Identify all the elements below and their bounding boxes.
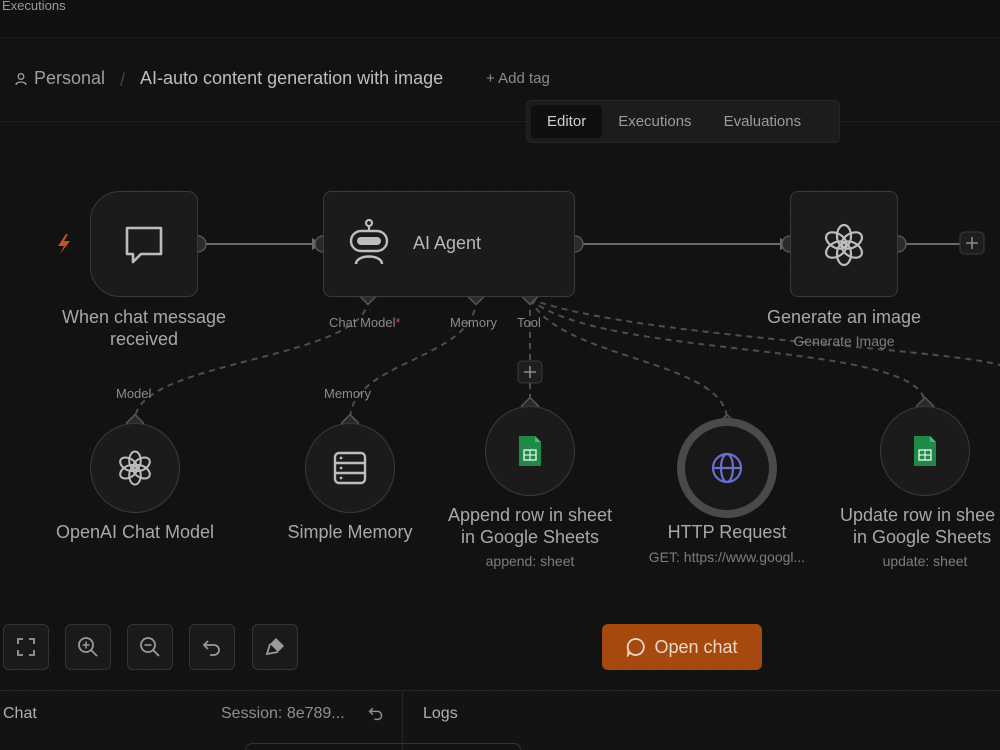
robot-icon <box>349 218 389 265</box>
breadcrumb-project-label: Personal <box>34 68 106 88</box>
node-append-row-label-line1: Append row in sheet <box>447 505 613 525</box>
node-chat-trigger-label: When chat message received <box>44 306 244 350</box>
node-update-row-subtitle: update: sheet <box>882 553 968 569</box>
add-tool-button[interactable] <box>517 360 543 384</box>
chat-panel-title: Chat <box>3 705 37 722</box>
zoom-out-button[interactable] <box>127 624 173 670</box>
reset-zoom-button[interactable] <box>189 624 235 670</box>
node-http-request-subtitle: GET: https://www.googl... <box>648 549 806 565</box>
tab-executions[interactable]: Executions <box>602 105 707 138</box>
tab-evaluations[interactable]: Evaluations <box>708 105 818 138</box>
connection-tool-http <box>529 298 728 421</box>
open-chat-button[interactable]: Open chat <box>602 624 762 670</box>
add-tag-button[interactable]: + Add tag <box>486 70 550 87</box>
node-update-row-label-line1: Update row in shee <box>840 505 996 525</box>
node-http-request-label: HTTP Request <box>667 522 787 542</box>
required-marker: * <box>395 315 401 330</box>
user-icon <box>15 72 27 85</box>
bottom-panel: Chat Session: 8e789... Logs <box>0 690 1000 750</box>
sub-port-label-memory: Memory <box>324 386 371 401</box>
chat-bubble-icon <box>125 226 163 264</box>
tidy-up-button[interactable] <box>252 624 298 670</box>
node-http-request[interactable] <box>677 418 777 518</box>
node-append-row-label: Append row in sheet in Google Sheets <box>410 504 650 548</box>
port-label-tool: Tool <box>517 315 541 330</box>
openai-icon <box>119 450 151 486</box>
zoom-in-button[interactable] <box>65 624 111 670</box>
node-append-row-sheets[interactable] <box>485 406 575 496</box>
port-label-chat-model-text: Chat Model <box>329 315 396 330</box>
open-chat-label: Open chat <box>654 636 738 657</box>
trigger-bolt-icon <box>58 234 70 254</box>
node-simple-memory[interactable] <box>305 423 395 513</box>
add-node-button[interactable] <box>959 231 985 255</box>
panel-divider <box>402 691 403 750</box>
node-append-row-subtitle: append: sheet <box>485 553 575 569</box>
clear-icon <box>265 638 284 656</box>
database-icon <box>333 451 367 485</box>
tab-editor[interactable]: Editor <box>531 105 603 138</box>
breadcrumb-separator: / <box>120 70 126 90</box>
google-sheets-icon <box>914 436 936 466</box>
node-update-row-label: Update row in shee in Google Sheets <box>840 504 1000 548</box>
openai-icon <box>824 223 864 267</box>
fit-view-button[interactable] <box>3 624 49 670</box>
node-generate-image[interactable] <box>790 191 898 297</box>
workflow-header: Personal / AI-auto content generation wi… <box>0 38 1000 122</box>
chat-input[interactable] <box>245 743 521 750</box>
session-id: Session: 8e789... <box>221 705 345 722</box>
fit-view-icon <box>17 638 35 656</box>
node-append-row-label-line2: in Google Sheets <box>460 527 600 547</box>
reset-session-icon[interactable] <box>368 705 384 721</box>
node-ai-agent-label: AI Agent <box>413 233 482 253</box>
node-chat-trigger-label-line1: When chat message <box>61 307 227 327</box>
port-label-chat-model: Chat Model* <box>329 315 401 330</box>
window-title: Executions <box>2 0 66 13</box>
node-generate-image-subtitle: Generate Image <box>793 333 895 349</box>
node-openai-chat-model[interactable] <box>90 423 180 513</box>
node-generate-image-label: Generate an image <box>766 307 922 327</box>
undo-icon <box>202 640 220 656</box>
sub-port-label-model: Model <box>116 386 152 401</box>
node-chat-trigger-label-line2: received <box>109 329 179 349</box>
breadcrumb-project[interactable]: Personal <box>14 68 105 89</box>
node-update-row-label-line2: in Google Sheets <box>853 527 992 547</box>
google-sheets-icon <box>519 436 541 466</box>
zoom-in-icon <box>78 637 98 657</box>
node-openai-chat-model-label: OpenAI Chat Model <box>55 522 215 542</box>
chat-bubble-icon <box>627 638 646 657</box>
workflow-name[interactable]: AI-auto content generation with image <box>140 68 443 89</box>
logs-panel-title: Logs <box>423 705 458 722</box>
node-chat-trigger[interactable] <box>90 191 198 297</box>
view-tabs: Editor Executions Evaluations <box>526 100 840 143</box>
globe-icon <box>711 452 743 484</box>
port-label-memory: Memory <box>450 315 497 330</box>
window-titlebar: Executions <box>0 0 1000 38</box>
zoom-out-icon <box>140 637 160 657</box>
node-update-row-sheets[interactable] <box>880 406 970 496</box>
